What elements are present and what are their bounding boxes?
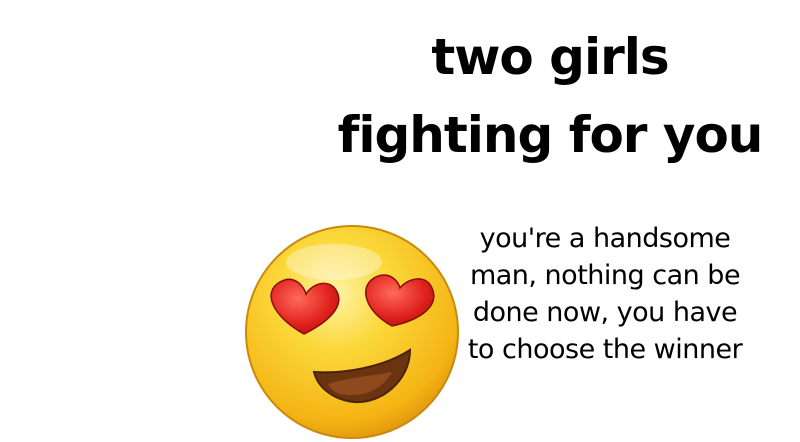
headline-line-1: two girls bbox=[431, 28, 669, 86]
headline: two girls fighting for you bbox=[300, 18, 800, 174]
subtext-line-3: done now, you have bbox=[472, 297, 738, 328]
subtext: you're a handsome man, nothing can be do… bbox=[440, 220, 770, 368]
heart-eyes-emoji-icon bbox=[245, 225, 459, 439]
subtext-line-4: to choose the winner bbox=[467, 334, 743, 365]
headline-line-2: fighting for you bbox=[337, 106, 764, 164]
subtext-line-2: man, nothing can be bbox=[469, 260, 741, 291]
subtext-line-1: you're a handsome bbox=[479, 223, 731, 254]
